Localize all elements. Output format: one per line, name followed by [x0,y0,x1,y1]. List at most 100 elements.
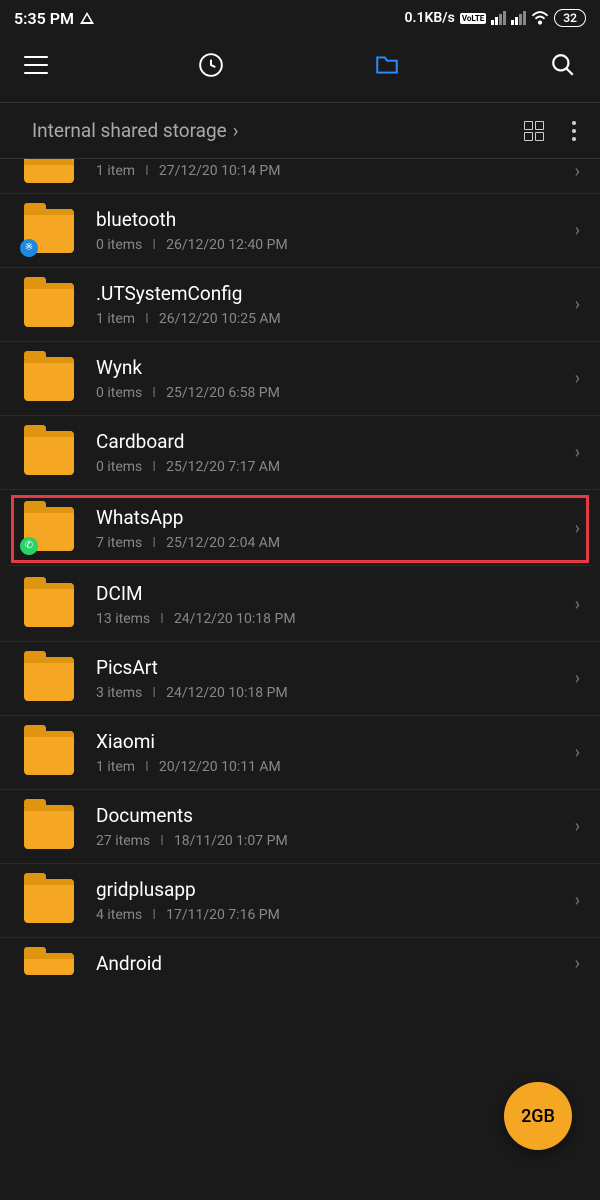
folder-date: 25/12/20 2:04 AM [166,535,280,551]
folder-icon [24,805,74,849]
chevron-right-icon: › [575,816,580,837]
chevron-right-icon: › [575,742,580,763]
breadcrumb-path: Internal shared storage [32,119,227,142]
folder-icon [24,159,74,183]
folder-icon [24,283,74,327]
folder-name: .UTSystemConfig [96,282,553,305]
folder-date: 26/12/20 12:40 PM [166,237,288,253]
folder-info: WhatsApp 7 itemsI25/12/20 2:04 AM [96,506,553,551]
breadcrumb[interactable]: Internal shared storage › [32,119,238,142]
breadcrumb-row: Internal shared storage › [0,103,600,159]
folder-info: Documents 27 itemsI18/11/20 1:07 PM [96,804,553,849]
folder-items-count: 3 items [96,685,142,701]
folder-items-count: 0 items [96,385,142,401]
folder-date: 25/12/20 7:17 AM [166,459,280,475]
folder-items-count: 0 items [96,237,142,253]
folder-item[interactable]: Cardboard 0 itemsI25/12/20 7:17 AM › [0,416,600,490]
signal-icon-2 [511,11,526,25]
folder-date: 18/11/20 1:07 PM [174,833,288,849]
folder-info: PicsArt 3 itemsI24/12/20 10:18 PM [96,656,553,701]
folder-item[interactable]: Android› [0,938,600,975]
folder-info: Xiaomi 1 itemI20/12/20 10:11 AM [96,730,553,775]
folder-icon [24,953,74,975]
folder-meta: 1 itemI20/12/20 10:11 AM [96,759,553,775]
status-time: 5:35 PM [14,9,74,28]
folder-name: DCIM [96,582,553,605]
folder-meta: 3 itemsI24/12/20 10:18 PM [96,685,553,701]
grid-view-button[interactable] [524,121,544,141]
folder-item[interactable]: ✆WhatsApp7 itemsI25/12/20 2:04 AM› [8,492,592,566]
folder-items-count: 13 items [96,611,150,627]
folder-item[interactable]: .UTSystemConfig 1 itemI26/12/20 10:25 AM › [0,268,600,342]
folder-info: .UTSystemConfig 1 itemI26/12/20 10:25 AM [96,282,553,327]
folder-date: 20/12/20 10:11 AM [159,759,281,775]
folder-meta: 27 itemsI18/11/20 1:07 PM [96,833,553,849]
chevron-right-icon: › [575,294,580,315]
fab-label: 2GB [521,1106,555,1127]
folder-icon [24,583,74,627]
chevron-right-icon: › [575,161,580,182]
folder-date: 27/12/20 10:14 PM [159,163,281,179]
folder-date: 24/12/20 10:18 PM [174,611,296,627]
recent-tab-icon[interactable] [198,52,224,78]
top-tabs [0,36,600,103]
folder-item[interactable]: gridplusapp 4 itemsI17/11/20 7:16 PM › [0,864,600,938]
status-bar: 5:35 PM 0.1KB/s VoLTE 32 [0,0,600,36]
folder-meta: 1 itemI26/12/20 10:25 AM [96,311,553,327]
folder-icon [24,431,74,475]
folder-items-count: 1 item [96,163,135,179]
folder-name: gridplusapp [96,878,553,901]
folder-icon [24,879,74,923]
folder-info: DCIM13 itemsI24/12/20 10:18 PM [96,582,553,627]
chevron-right-icon: › [575,368,580,389]
folder-info: Cardboard 0 itemsI25/12/20 7:17 AM [96,430,553,475]
folder-item[interactable]: Documents 27 itemsI18/11/20 1:07 PM › [0,790,600,864]
whatsapp-badge-icon: ✆ [20,537,38,555]
folder-meta: 7 itemsI25/12/20 2:04 AM [96,535,553,551]
chevron-right-icon: › [575,890,580,911]
folder-meta: 0 itemsI25/12/20 7:17 AM [96,459,553,475]
folder-item[interactable]: DCIM13 itemsI24/12/20 10:18 PM› [0,568,600,642]
folder-tab-icon[interactable] [374,52,400,78]
folder-name: Documents [96,804,553,827]
storage-fab[interactable]: 2GB [504,1082,572,1150]
folder-items-count: 1 item [96,759,135,775]
menu-button[interactable] [24,56,48,74]
chevron-right-icon: › [575,668,580,689]
folder-icon [24,357,74,401]
folder-name: Xiaomi [96,730,553,753]
folder-info: Wynk 0 itemsI25/12/20 6:58 PM [96,356,553,401]
chevron-right-icon: › [575,594,580,615]
folder-item[interactable]: Xiaomi 1 itemI20/12/20 10:11 AM › [0,716,600,790]
folder-info: Android [96,952,553,975]
folder-info: 1 itemI27/12/20 10:14 PM [96,163,553,179]
search-button[interactable] [550,52,576,78]
folder-items-count: 7 items [96,535,142,551]
folder-icon [24,657,74,701]
status-left: 5:35 PM [14,9,94,28]
folder-name: Cardboard [96,430,553,453]
folder-items-count: 4 items [96,907,142,923]
folder-meta: 0 itemsI25/12/20 6:58 PM [96,385,553,401]
folder-name: Android [96,952,553,975]
folder-date: 24/12/20 10:18 PM [166,685,288,701]
folder-info: bluetooth 0 itemsI26/12/20 12:40 PM [96,208,553,253]
folder-item[interactable]: ※bluetooth0 itemsI26/12/20 12:40 PM› [0,194,600,268]
folder-date: 26/12/20 10:25 AM [159,311,281,327]
more-options-button[interactable] [572,121,576,141]
folder-item[interactable]: 1 itemI27/12/20 10:14 PM › [0,159,600,194]
chevron-right-icon: › [575,442,580,463]
folder-item[interactable]: Wynk 0 itemsI25/12/20 6:58 PM › [0,342,600,416]
folder-meta: 4 itemsI17/11/20 7:16 PM [96,907,553,923]
folder-meta: 0 itemsI26/12/20 12:40 PM [96,237,553,253]
folder-name: Wynk [96,356,553,379]
folder-items-count: 27 items [96,833,150,849]
folder-name: WhatsApp [96,506,553,529]
folder-info: gridplusapp 4 itemsI17/11/20 7:16 PM [96,878,553,923]
battery-icon: 32 [554,9,586,27]
drive-icon [80,12,94,24]
folder-meta: 1 itemI27/12/20 10:14 PM [96,163,553,179]
folder-name: bluetooth [96,208,553,231]
folder-item[interactable]: PicsArt 3 itemsI24/12/20 10:18 PM › [0,642,600,716]
folder-name: PicsArt [96,656,553,679]
